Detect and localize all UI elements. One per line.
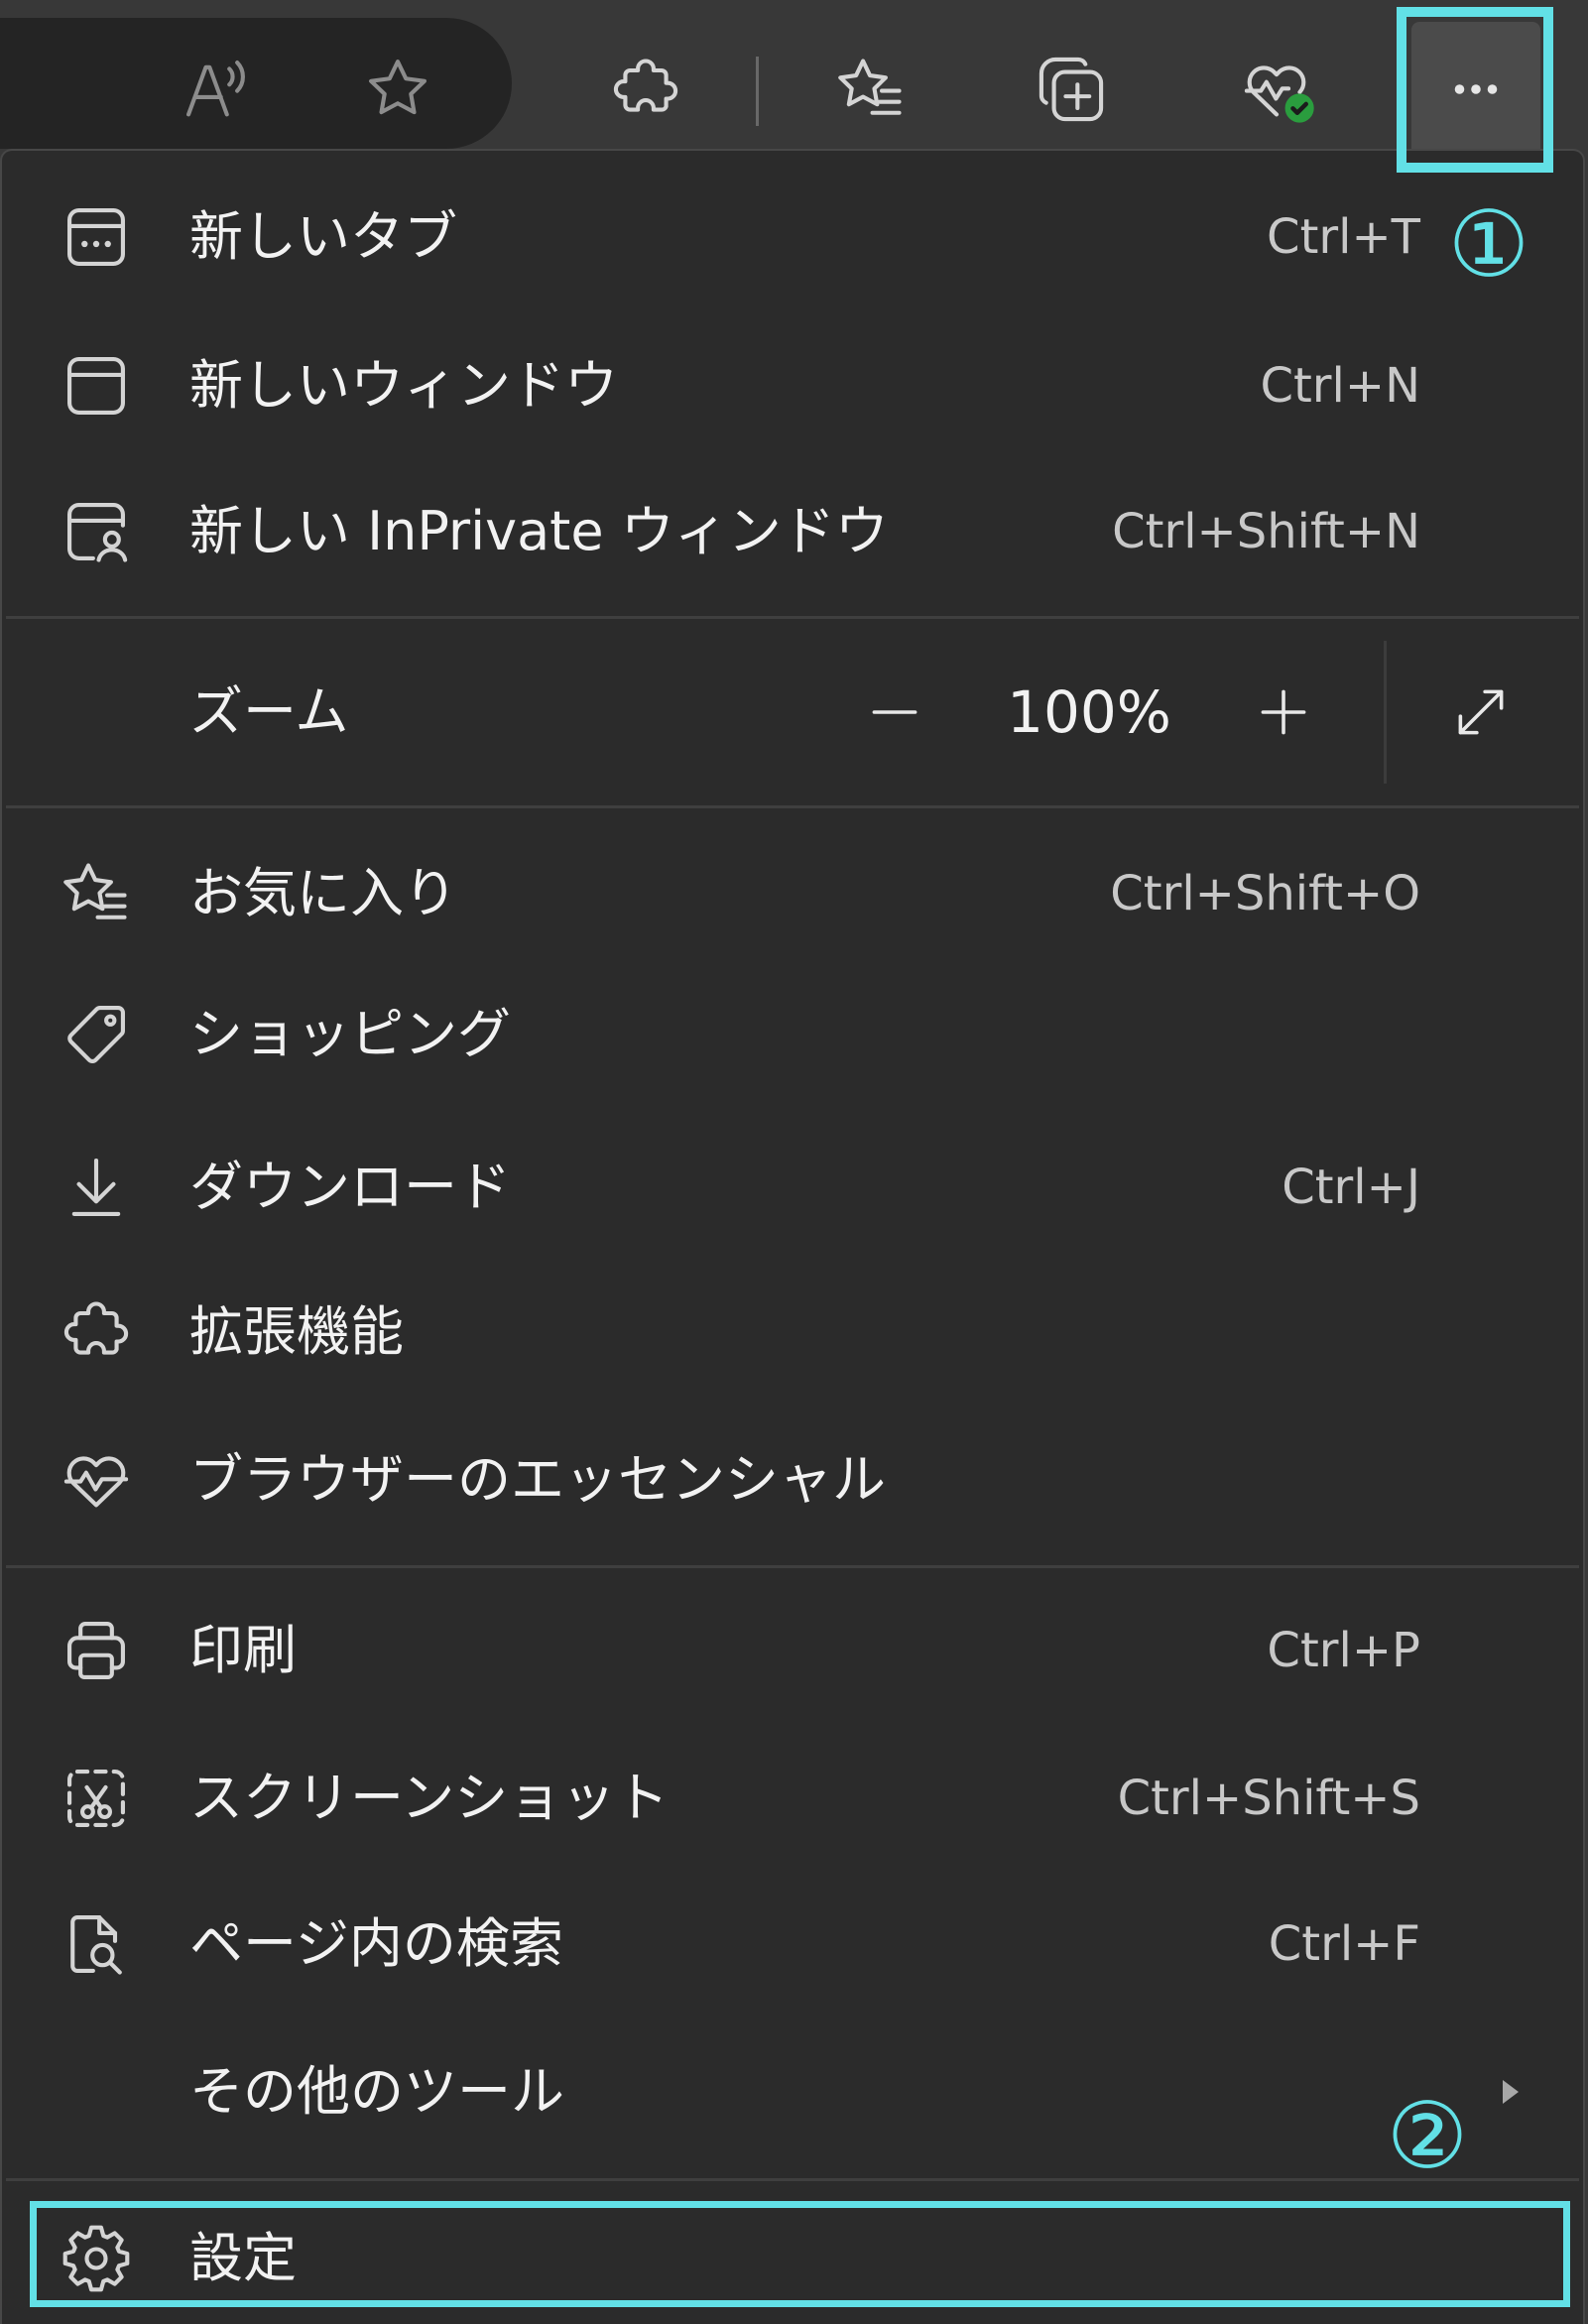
keyboard-shortcut: Ctrl+N xyxy=(1260,358,1420,414)
puzzle-icon xyxy=(59,1294,134,1370)
find-in-page-icon xyxy=(59,1906,134,1982)
keyboard-shortcut: Ctrl+F xyxy=(1268,1916,1420,1972)
menu-item-label: 新しいタブ xyxy=(189,205,457,268)
menu-item-label: お気に入り xyxy=(189,862,457,924)
settings-and-more-menu: 新しいタブ Ctrl+T 新しいウィンドウ Ctrl+N 新しい InPriva… xyxy=(0,149,1585,2324)
keyboard-shortcut: Ctrl+Shift+N xyxy=(1112,504,1420,559)
chevron-right-icon xyxy=(1500,2077,1522,2107)
read-aloud-icon[interactable] xyxy=(178,52,253,127)
menu-item-extensions[interactable]: 拡張機能 xyxy=(6,1259,1579,1406)
menu-divider xyxy=(6,2178,1579,2181)
keyboard-shortcut: Ctrl+Shift+S xyxy=(1117,1771,1420,1826)
more-button-highlight-box xyxy=(1397,7,1553,173)
menu-divider xyxy=(6,805,1579,808)
menu-item-label: その他のツール xyxy=(189,2060,564,2123)
zoom-out-button[interactable] xyxy=(850,668,939,757)
menu-item-label: スクリーンショット xyxy=(189,1767,670,1829)
menu-item-find-on-page[interactable]: ページ内の検索 Ctrl+F xyxy=(6,1871,1579,2018)
new-window-icon xyxy=(59,348,134,424)
menu-item-zoom: ズーム 100% xyxy=(6,639,1579,786)
printer-icon xyxy=(59,1613,134,1688)
toolbar-separator xyxy=(756,57,759,126)
favorites-icon xyxy=(59,856,134,931)
keyboard-shortcut: Ctrl+P xyxy=(1267,1623,1420,1678)
full-screen-button[interactable] xyxy=(1436,668,1526,757)
heart-pulse-icon xyxy=(59,1442,134,1518)
menu-item-label: ページ内の検索 xyxy=(189,1912,563,1975)
minus-icon xyxy=(872,710,917,714)
add-favorite-icon[interactable] xyxy=(360,52,435,127)
zoom-level: 100% xyxy=(1007,678,1171,746)
menu-divider xyxy=(6,616,1579,619)
menu-item-new-window[interactable]: 新しいウィンドウ Ctrl+N xyxy=(6,312,1579,459)
menu-item-label: 拡張機能 xyxy=(189,1300,404,1363)
zoom-in-button[interactable] xyxy=(1239,668,1328,757)
menu-item-label: 新しいウィンドウ xyxy=(189,354,618,417)
inprivate-icon xyxy=(59,494,134,569)
zoom-label: ズーム xyxy=(189,680,349,743)
settings-highlight-box xyxy=(30,2201,1570,2307)
menu-item-label: ショッピング xyxy=(189,1003,511,1065)
menu-item-label: 新しい InPrivate ウィンドウ xyxy=(189,500,889,562)
extensions-icon[interactable] xyxy=(608,52,683,127)
menu-item-more-tools[interactable]: その他のツール xyxy=(6,2018,1579,2165)
menu-item-label: ブラウザーのエッセンシャル xyxy=(189,1448,886,1511)
keyboard-shortcut: Ctrl+J xyxy=(1282,1160,1420,1215)
keyboard-shortcut: Ctrl+Shift+O xyxy=(1110,866,1420,921)
step-1-marker: ① xyxy=(1447,191,1530,298)
menu-item-favorites[interactable]: お気に入り Ctrl+Shift+O xyxy=(6,820,1579,967)
menu-item-downloads[interactable]: ダウンロード Ctrl+J xyxy=(6,1114,1579,1261)
menu-item-screenshot[interactable]: スクリーンショット Ctrl+Shift+S xyxy=(6,1725,1579,1872)
tag-icon xyxy=(59,997,134,1072)
keyboard-shortcut: Ctrl+T xyxy=(1267,209,1420,265)
browser-essentials-icon[interactable] xyxy=(1239,52,1314,127)
menu-item-print[interactable]: 印刷 Ctrl+P xyxy=(6,1577,1579,1724)
favorites-icon[interactable] xyxy=(833,52,909,127)
new-tab-icon xyxy=(59,199,134,275)
menu-item-label: ダウンロード xyxy=(189,1156,511,1218)
menu-divider xyxy=(6,1565,1579,1568)
menu-item-shopping[interactable]: ショッピング xyxy=(6,961,1579,1108)
menu-item-browser-essentials[interactable]: ブラウザーのエッセンシャル xyxy=(6,1407,1579,1553)
screenshot-icon xyxy=(59,1761,134,1836)
expand-icon xyxy=(1458,689,1504,735)
download-icon xyxy=(59,1150,134,1225)
menu-item-new-inprivate-window[interactable]: 新しい InPrivate ウィンドウ Ctrl+Shift+N xyxy=(6,458,1579,605)
plus-icon xyxy=(1261,689,1306,735)
browser-toolbar xyxy=(0,0,1588,157)
collections-icon[interactable] xyxy=(1034,52,1109,127)
menu-item-new-tab[interactable]: 新しいタブ Ctrl+T xyxy=(6,164,1579,310)
step-2-marker: ② xyxy=(1386,2083,1469,2189)
menu-item-label: 印刷 xyxy=(189,1619,297,1681)
zoom-separator xyxy=(1384,641,1387,784)
